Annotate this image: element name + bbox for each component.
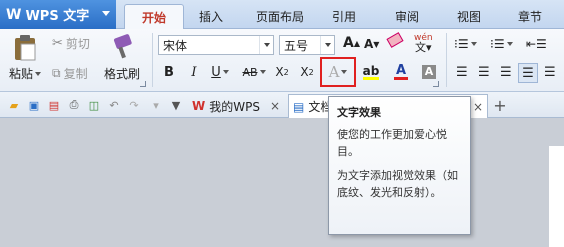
scissors-icon: ✂ (52, 36, 63, 51)
wps-logo-icon: W (192, 99, 206, 113)
align-center-icon: ☰ (478, 65, 490, 80)
tab-references[interactable]: 引用 (326, 4, 362, 29)
justify-button[interactable]: ☰ (518, 63, 538, 83)
dialog-launcher-icon[interactable] (433, 81, 439, 87)
quick-access-bar: ▰ ▣ ▤ ⎙ ◫ ↶ ↷ ▾ ▼ W 我的WPS × ▤ 文档 × + (0, 92, 564, 118)
font-name-select[interactable]: 宋体 (158, 35, 274, 55)
open-folder-icon[interactable]: ▰ (6, 97, 22, 113)
cut-button[interactable]: ✂ 剪切 (52, 35, 90, 52)
cut-label: 剪切 (65, 37, 90, 51)
tab-view[interactable]: 视图 (450, 4, 488, 29)
align-center-button[interactable]: ☰ (478, 65, 490, 80)
doc-tab-my-wps[interactable]: W 我的WPS × (188, 94, 286, 118)
copy-icon: ⧉ (52, 66, 61, 80)
print-preview-icon[interactable]: ◫ (86, 97, 102, 113)
tab-review[interactable]: 审阅 (388, 4, 426, 29)
paintbrush-icon (113, 34, 132, 59)
superscript-button[interactable]: X2 (273, 62, 291, 82)
ribbon-tab-bar: W WPS 文字 开始 插入 页面布局 引用 审阅 视图 章节 (0, 0, 564, 30)
underline-button[interactable]: U (208, 62, 232, 82)
tab-page-layout[interactable]: 页面布局 (248, 4, 312, 29)
clear-format-button[interactable] (386, 32, 404, 48)
font-size-select[interactable]: 五号 (279, 35, 335, 55)
italic-button[interactable]: I (186, 62, 202, 82)
numbering-button[interactable]: ⁝☰ (490, 37, 513, 51)
phonetic-char-icon: 文▾ (415, 41, 432, 54)
group-divider (152, 33, 153, 87)
distribute-button[interactable]: ☰ (544, 65, 556, 80)
tooltip-line: 使您的工作更加爱心悦目。 (337, 128, 447, 158)
font-size-value: 五号 (284, 38, 309, 53)
highlighter-icon: ab (362, 63, 380, 78)
save-icon[interactable]: ▣ (26, 97, 42, 113)
tooltip-line: 为文字添加视觉效果（如底纹、发光和反射）。 (337, 169, 458, 199)
outdent-icon: ⇤☰ (526, 37, 547, 51)
ribbon-panel: 粘贴 ✂ 剪切 ⧉ 复制 格式刷 宋体 五号 A ▲ A ▼ wén 文▾ B I (0, 29, 564, 92)
outdent-button[interactable]: ⇤☰ (526, 37, 547, 51)
bullets-button[interactable]: ⁝☰ (454, 37, 477, 51)
highlight-box (320, 57, 356, 87)
paste-button[interactable] (10, 33, 40, 61)
format-painter-label[interactable]: 格式刷 (104, 65, 140, 82)
chevron-down-icon (259, 36, 273, 54)
font-name-value: 宋体 (163, 38, 188, 53)
document-page[interactable] (549, 146, 564, 247)
format-painter-button[interactable] (110, 33, 134, 61)
close-icon[interactable]: × (270, 99, 280, 113)
app-name: WPS 文字 (25, 9, 90, 24)
group-divider (446, 33, 447, 87)
close-icon[interactable]: × (473, 100, 483, 114)
bold-button[interactable]: B (161, 62, 177, 82)
chevron-down-icon[interactable]: ▾ (148, 97, 164, 113)
tab-insert[interactable]: 插入 (190, 4, 232, 29)
align-left-icon: ☰ (456, 65, 468, 80)
char-shading-button[interactable]: A (420, 62, 438, 82)
align-left-button[interactable]: ☰ (456, 65, 468, 80)
char-shading-icon: A (422, 65, 436, 79)
new-tab-plus-icon[interactable]: + (492, 96, 508, 115)
print-icon[interactable]: ⎙ (66, 97, 82, 113)
numbered-list-icon: ⁝☰ (490, 37, 505, 51)
grow-font-button[interactable]: A ▲ (343, 35, 360, 51)
font-color-button[interactable]: A (389, 62, 413, 82)
copy-button[interactable]: ⧉ 复制 (52, 65, 88, 82)
phonetic-guide-button[interactable]: wén 文▾ (414, 33, 433, 53)
redo-icon[interactable]: ↷ (126, 97, 142, 113)
wps-logo-icon: W (6, 6, 22, 23)
clipboard-icon (15, 35, 36, 61)
chevron-down-icon (102, 11, 110, 16)
highlight-button[interactable]: ab (358, 62, 384, 82)
align-distribute-icon: ☰ (544, 65, 556, 80)
bullet-list-icon: ⁝☰ (454, 37, 469, 51)
copy-label: 复制 (63, 67, 88, 81)
strikethrough-button[interactable]: AB (240, 62, 268, 82)
app-menu-button[interactable]: W WPS 文字 (0, 0, 116, 29)
tooltip-title: 文字效果 (337, 106, 381, 119)
align-justify-icon: ☰ (522, 65, 534, 81)
chevron-down-icon (320, 36, 334, 54)
subscript-button[interactable]: X2 (298, 62, 316, 82)
document-icon: ▤ (293, 99, 305, 114)
tab-start[interactable]: 开始 (124, 4, 184, 30)
paste-label[interactable]: 粘贴 (9, 65, 42, 82)
document-workspace (0, 118, 564, 247)
shrink-font-button[interactable]: A ▼ (364, 37, 379, 51)
font-color-icon: A (395, 63, 407, 78)
tab-chapter[interactable]: 章节 (510, 4, 550, 29)
align-right-icon: ☰ (500, 65, 512, 80)
undo-icon[interactable]: ↶ (106, 97, 122, 113)
dialog-launcher-icon[interactable] (140, 81, 146, 87)
export-pdf-icon[interactable]: ▤ (46, 97, 62, 113)
eraser-icon (386, 32, 404, 48)
tab-list-icon[interactable]: ▼ (168, 97, 184, 113)
doc-tab-label: 我的WPS (209, 99, 260, 114)
align-right-button[interactable]: ☰ (500, 65, 512, 80)
tooltip: 文字效果 使您的工作更加爱心悦目。 为文字添加视觉效果（如底纹、发光和反射）。 (328, 96, 471, 235)
